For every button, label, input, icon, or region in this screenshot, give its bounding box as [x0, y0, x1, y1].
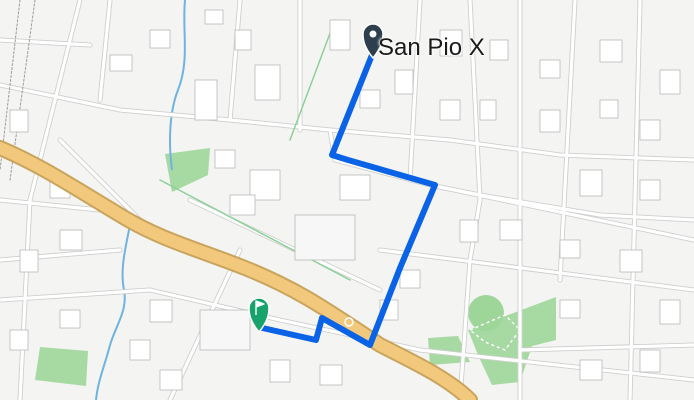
place-label: San Pio X [378, 34, 485, 61]
map-view[interactable]: San Pio X [0, 0, 694, 400]
map-canvas[interactable] [0, 0, 694, 400]
